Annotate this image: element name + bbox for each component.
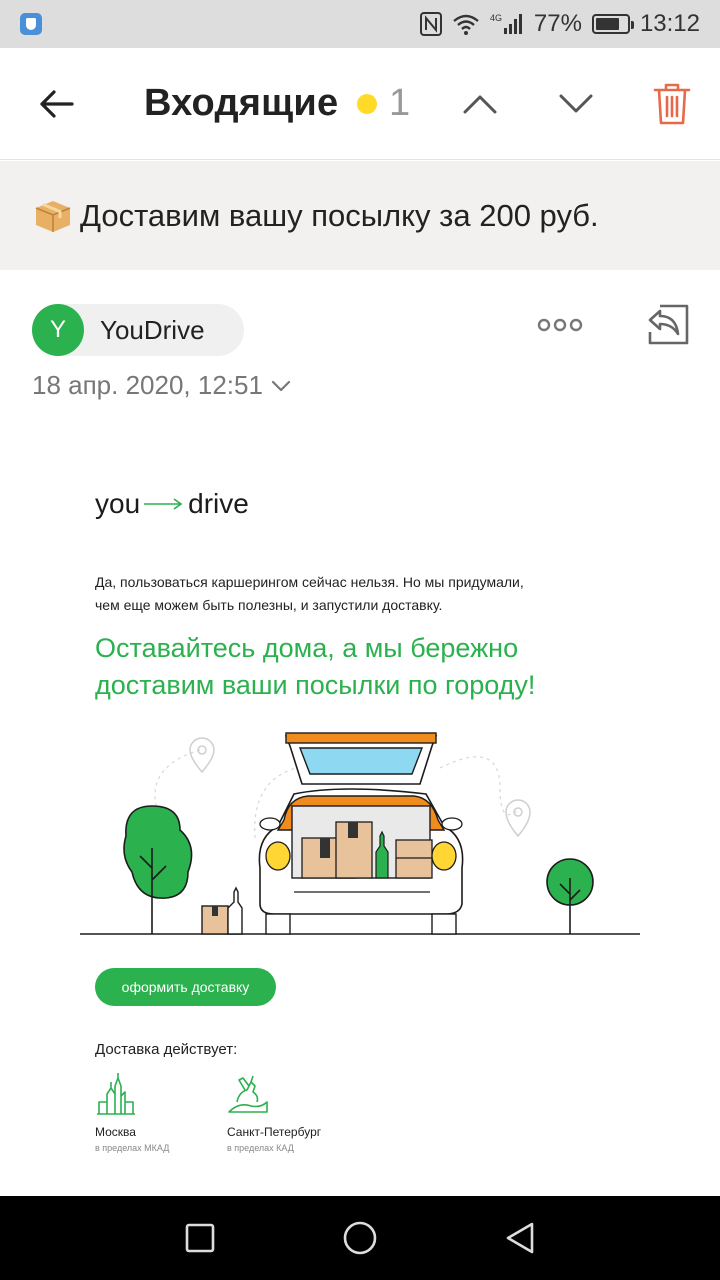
folder-title: Входящие xyxy=(144,82,339,124)
sender-chip[interactable]: Y YouDrive xyxy=(32,304,244,356)
system-back-button[interactable] xyxy=(498,1216,542,1260)
intro-line: чем еще можем быть полезны, и запустили … xyxy=(95,597,443,613)
youdrive-logo[interactable]: you drive xyxy=(95,486,249,522)
chevron-down-icon xyxy=(271,380,291,391)
city-zone: в пределах МКАД xyxy=(95,1143,170,1153)
recents-square-icon xyxy=(185,1223,215,1253)
parcel-icon xyxy=(201,886,243,935)
logo-text-drive: drive xyxy=(188,488,249,519)
more-dots-icon xyxy=(537,318,583,332)
chevron-up-icon xyxy=(463,95,497,114)
status-icons: 4G 77% 13:12 xyxy=(419,10,700,38)
city-name: Санкт-Петербург xyxy=(227,1125,322,1139)
home-button[interactable] xyxy=(338,1216,382,1260)
battery-percent: 77% xyxy=(533,10,582,37)
kremlin-icon xyxy=(97,1073,135,1115)
order-delivery-button[interactable]: оформить доставку xyxy=(95,968,276,1006)
bronze-horseman-icon xyxy=(228,1075,268,1113)
next-message-button[interactable] xyxy=(552,82,600,126)
car-icon xyxy=(258,732,464,935)
headline-line: Оставайтесь дома, а мы бережно xyxy=(95,633,519,663)
city-moscow: Москва в пределах МКАД xyxy=(95,1072,169,1153)
clock: 13:12 xyxy=(639,10,700,37)
intro-line: Да, пользоваться каршерингом сейчас нель… xyxy=(95,574,524,590)
home-circle-icon xyxy=(343,1221,377,1255)
headline-line: доставим ваши посылки по городу! xyxy=(95,670,536,700)
city-saint-petersburg: Санкт-Петербург в пределах КАД xyxy=(227,1072,321,1153)
sender-name: YouDrive xyxy=(100,315,205,345)
avatar: Y xyxy=(32,304,84,356)
intro-text: Да, пользоваться каршерингом сейчас нель… xyxy=(95,571,615,617)
subject-bar: Доставим вашу посылку за 200 руб. xyxy=(0,161,720,270)
delivery-car-illustration xyxy=(80,732,640,935)
back-triangle-icon xyxy=(506,1222,534,1254)
city-zone: в пределах КАД xyxy=(227,1143,294,1153)
tree-icon xyxy=(546,858,594,934)
city-name: Москва xyxy=(95,1125,136,1139)
arrow-left-icon xyxy=(40,90,74,118)
unread-count: 1 xyxy=(389,82,411,124)
logo-text-you: you xyxy=(95,488,141,519)
more-options-button[interactable] xyxy=(536,312,584,338)
status-bar: 4G 77% 13:12 xyxy=(0,0,720,48)
email-subject: Доставим вашу посылку за 200 руб. xyxy=(80,197,599,233)
delete-button[interactable] xyxy=(646,78,698,130)
package-icon xyxy=(35,200,71,232)
trash-icon xyxy=(653,83,691,125)
reply-button[interactable] xyxy=(644,300,692,348)
map-pin-icon xyxy=(505,799,531,838)
system-navigation-bar xyxy=(0,1196,720,1280)
tree-icon xyxy=(123,805,193,934)
reply-icon xyxy=(648,304,689,345)
shield-notification-icon xyxy=(20,13,42,35)
chevron-down-icon xyxy=(559,94,593,113)
battery-icon xyxy=(591,14,634,34)
recents-button[interactable] xyxy=(178,1216,222,1260)
previous-message-button[interactable] xyxy=(456,82,504,126)
headline: Оставайтесь дома, а мы бережно доставим … xyxy=(95,630,635,704)
delivery-available-label: Доставка действует: xyxy=(95,1041,238,1058)
back-button[interactable] xyxy=(30,82,82,126)
nfc-icon xyxy=(419,12,442,36)
unread-dot-icon xyxy=(357,94,377,114)
logo-arrow-icon xyxy=(144,498,183,510)
wifi-icon xyxy=(452,13,480,35)
message-date: 18 апр. 2020, 12:51 xyxy=(32,370,263,400)
network-type-label: 4G xyxy=(490,13,502,23)
date-row[interactable]: 18 апр. 2020, 12:51 xyxy=(32,370,291,401)
cellular-signal-icon: 4G xyxy=(490,12,524,36)
map-pin-icon xyxy=(189,737,215,774)
app-bar: Входящие 1 xyxy=(0,48,720,160)
